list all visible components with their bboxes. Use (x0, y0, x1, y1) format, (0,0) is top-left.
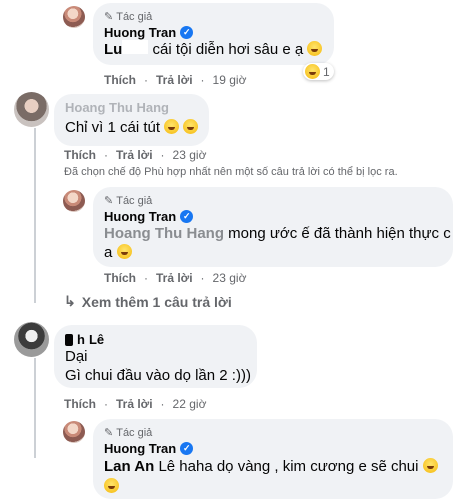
verified-icon: ✓ (180, 210, 194, 223)
mention-link[interactable]: Lu (104, 41, 122, 58)
comment-text: Hoang Thu Hang mong ước ế đã thành hiện … (104, 225, 451, 242)
laughing-emoji-icon (164, 119, 180, 134)
laughing-emoji-icon (422, 458, 438, 473)
verified-icon: ✓ (180, 26, 194, 39)
pencil-icon: ✎ (104, 427, 114, 439)
comment-bubble: Hoang Thu Hang Chỉ vì 1 cái tút (54, 94, 209, 146)
laughing-emoji-icon (183, 119, 199, 134)
commenter-name[interactable]: Huong Tran (104, 25, 176, 40)
author-badge: ✎ Tác giả (104, 194, 153, 208)
reply-button[interactable]: Trả lời (156, 73, 193, 87)
mention-link[interactable]: Hoang Thu Hang (104, 225, 224, 242)
thread-line (34, 128, 36, 303)
author-badge: ✎ Tác giả (104, 426, 153, 440)
commenter-name[interactable]: Lê (89, 332, 104, 347)
avatar[interactable] (63, 190, 85, 212)
mention-link[interactable]: Lan An (104, 458, 154, 475)
timestamp[interactable]: 23 giờ (213, 271, 247, 285)
laughing-emoji-icon (307, 41, 323, 56)
comment-text: Lan An Lê haha dọ vàng , kim cương e sẽ … (104, 457, 438, 477)
avatar[interactable] (14, 322, 49, 357)
laughing-emoji-icon (305, 64, 320, 79)
comment-actions: Thích · Trả lời · 19 giờ (104, 73, 247, 87)
comment-text: Chỉ vì 1 cái tút (65, 118, 199, 138)
view-more-replies-button[interactable]: ↳ Xem thêm 1 câu trả lời (64, 293, 232, 310)
reply-arrow-icon: ↳ (64, 293, 76, 309)
reply-button[interactable]: Trả lời (156, 271, 193, 285)
comment-bubble: h Lê Dại Gì chui đầu vào dọ lần 2 :))) (54, 325, 257, 388)
commenter-name[interactable]: Hoang Thu Hang (65, 100, 169, 115)
laughing-emoji-icon (104, 478, 119, 493)
reaction-summary[interactable]: 1 (303, 63, 334, 80)
commenter-name[interactable]: Huong Tran (104, 441, 176, 456)
pencil-icon: ✎ (104, 195, 114, 207)
comment-text-line2: a (104, 244, 113, 261)
comment-actions: Thích · Trả lời · 22 giờ (64, 397, 207, 411)
reply-button[interactable]: Trả lời (116, 148, 153, 162)
laughing-emoji-icon (116, 244, 132, 259)
comment-text: Lu cái tội diễn hơi sâu e ạ (104, 40, 323, 60)
comment-bubble: ✎ Tác giả Huong Tran ✓ Hoang Thu Hang mo… (93, 187, 453, 267)
timestamp[interactable]: 22 giờ (173, 397, 207, 411)
avatar[interactable] (63, 421, 85, 443)
comment-bubble: ✎ Tác giả Huong Tran ✓ Lu cái tội diễn h… (93, 3, 334, 65)
comment-bubble: ✎ Tác giả Huong Tran ✓ Lan An Lê haha dọ… (93, 419, 453, 499)
filter-notice: Đã chọn chế độ Phù hợp nhất nên một số c… (64, 166, 398, 178)
reply-button[interactable]: Trả lời (116, 397, 153, 411)
thread-line (34, 358, 36, 458)
like-button[interactable]: Thích (104, 73, 136, 87)
avatar[interactable] (63, 6, 85, 28)
commenter-name[interactable]: Huong Tran (104, 209, 176, 224)
pencil-icon: ✎ (104, 11, 114, 23)
comment-text: Dại (65, 348, 88, 365)
like-button[interactable]: Thích (64, 397, 96, 411)
timestamp[interactable]: 23 giờ (173, 148, 207, 162)
comment-actions: Thích · Trả lời · 23 giờ (64, 148, 207, 162)
author-badge: ✎ Tác giả (104, 10, 153, 24)
like-button[interactable]: Thích (104, 271, 136, 285)
verified-icon: ✓ (180, 442, 194, 455)
avatar[interactable] (14, 92, 49, 127)
like-button[interactable]: Thích (64, 148, 96, 162)
comment-text-line2: Gì chui đầu vào dọ lần 2 :))) (65, 367, 251, 384)
timestamp[interactable]: 19 giờ (213, 73, 247, 87)
comment-actions: Thích · Trả lời · 23 giờ (104, 271, 247, 285)
